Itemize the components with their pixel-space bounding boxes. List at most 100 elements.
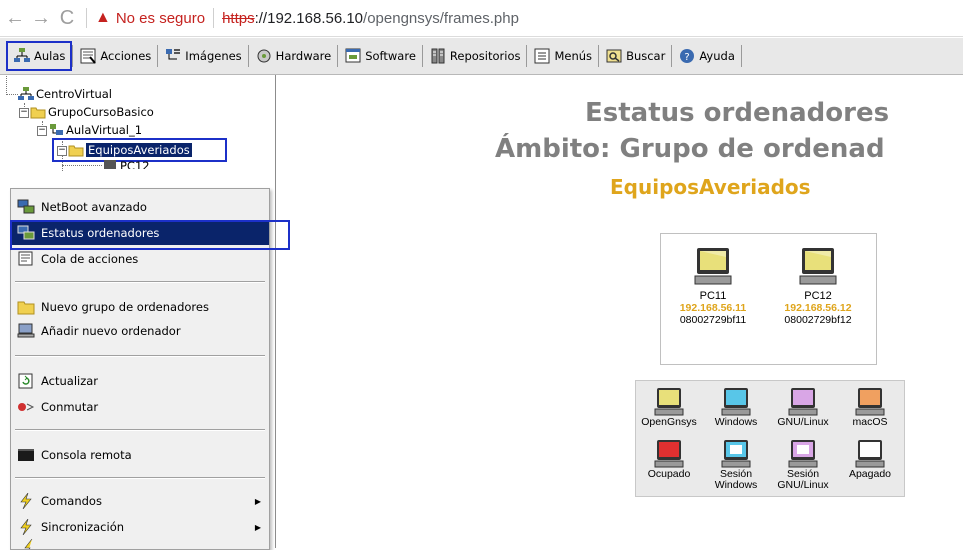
ctx-consola-label: Consola remota <box>41 448 132 462</box>
page-title: Estatus ordenadores <box>585 98 890 128</box>
legend-item: Apagado <box>837 439 903 480</box>
computer-ip: 192.168.56.12 <box>784 302 852 314</box>
tree-node-centro[interactable]: CentroVirtual <box>18 85 112 103</box>
queue-icon <box>18 251 33 266</box>
computer-name: PC11 <box>699 290 727 302</box>
tree-label-grupo: GrupoCursoBasico <box>48 105 154 119</box>
computer-card[interactable]: PC11 192.168.56.11 08002729bf11 <box>668 246 758 326</box>
menu-separator <box>15 355 265 357</box>
computer-icon <box>17 323 35 338</box>
legend-item: macOS <box>837 387 903 428</box>
ctx-conmutar[interactable]: Conmutar <box>11 395 269 419</box>
collapse-icon[interactable]: − <box>19 108 29 118</box>
network-icon <box>18 87 34 100</box>
reload-icon[interactable]: C <box>56 7 78 30</box>
menu-hardware-label: Hardware <box>275 49 332 63</box>
url-field[interactable]: https://192.168.56.10/opengnsys/frames.p… <box>222 10 519 27</box>
ctx-consola[interactable]: Consola remota <box>11 443 269 467</box>
forward-icon[interactable]: → <box>30 7 52 30</box>
netboot-icon <box>17 199 35 214</box>
menu-aulas[interactable]: Aulas <box>6 41 73 71</box>
ctx-anadir-ordenador[interactable]: Añadir nuevo ordenador <box>11 319 269 343</box>
menu-buscar-label: Buscar <box>626 49 666 63</box>
menu-ayuda[interactable]: ? Ayuda <box>672 42 741 70</box>
monitor-icon <box>788 388 818 416</box>
url-path: /opengnsys/frames.php <box>363 9 519 27</box>
menu-menus[interactable]: Menús <box>527 42 598 70</box>
status-legend: OpenGnsys Windows GNU/Linux macOS Ocupad… <box>635 380 905 497</box>
ctx-comandos[interactable]: Comandos ▶ <box>11 489 269 513</box>
tree-node-grupo[interactable]: GrupoCursoBasico <box>30 103 154 121</box>
legend-label: Sesión GNU/Linux <box>777 468 829 491</box>
menu-separator <box>15 477 265 479</box>
ctx-comandos-label: Comandos <box>41 494 102 508</box>
computer-card[interactable]: PC12 192.168.56.12 08002729bf12 <box>773 246 863 326</box>
menu-separator <box>15 281 265 283</box>
collapse-icon[interactable]: − <box>37 126 47 136</box>
legend-label: Windows <box>714 416 758 428</box>
ctx-actualizar[interactable]: Actualizar <box>11 369 269 393</box>
menu-imagenes-label: Imágenes <box>185 49 242 63</box>
ctx-nuevo-grupo-label: Nuevo grupo de ordenadores <box>41 300 209 314</box>
ctx-cola-label: Cola de acciones <box>41 252 139 266</box>
menu-buscar[interactable]: Buscar <box>599 42 671 70</box>
legend-label: Apagado <box>848 468 892 480</box>
menu-menus-label: Menús <box>554 49 593 63</box>
ctx-cola[interactable]: Cola de acciones <box>11 247 269 271</box>
menu-repositorios[interactable]: Repositorios <box>423 42 527 70</box>
back-icon[interactable]: ← <box>4 7 26 30</box>
folder-icon <box>30 107 46 119</box>
computer-icon <box>799 248 837 285</box>
menu-acciones[interactable]: Acciones <box>73 42 157 70</box>
refresh-icon <box>18 373 33 389</box>
security-label[interactable]: No es seguro <box>116 10 205 27</box>
scope-title: Ámbito: Grupo de ordenad <box>495 134 885 164</box>
divider <box>740 45 742 67</box>
menus-icon <box>534 48 550 64</box>
ctx-netboot-label: NetBoot avanzado <box>41 200 147 214</box>
repository-icon <box>431 48 445 64</box>
computer-icon <box>694 248 732 285</box>
tree-line <box>62 165 102 166</box>
ctx-netboot[interactable]: NetBoot avanzado <box>11 195 269 219</box>
ctx-actualizar-label: Actualizar <box>41 374 99 388</box>
legend-item: Sesión GNU/Linux <box>770 439 836 491</box>
ctx-nuevo-grupo[interactable]: Nuevo grupo de ordenadores <box>11 295 269 319</box>
ctx-anadir-ordenador-label: Añadir nuevo ordenador <box>41 324 181 338</box>
software-icon <box>345 48 361 63</box>
tree-line <box>6 75 7 93</box>
switch-icon <box>18 403 35 411</box>
tree-node-pc12[interactable]: PC12 <box>102 159 150 169</box>
lightning-icon <box>20 519 32 535</box>
tree-label-pc12: PC12 <box>120 159 150 169</box>
computer-mac: 08002729bf11 <box>679 314 747 326</box>
search-icon <box>606 49 622 63</box>
menu-software[interactable]: Software <box>338 42 422 70</box>
monitor-icon <box>721 440 751 468</box>
tree-label-aula: AulaVirtual_1 <box>66 123 143 137</box>
url-scheme: https <box>222 9 255 27</box>
tree-line <box>6 94 18 95</box>
tree-label-centro: CentroVirtual <box>36 87 112 101</box>
computer-icon <box>104 160 116 169</box>
legend-item: OpenGnsys <box>636 387 702 428</box>
tree-node-aula[interactable]: AulaVirtual_1 <box>48 121 142 139</box>
menu-hardware[interactable]: Hardware <box>249 42 338 70</box>
legend-item: Sesión Windows <box>703 439 769 491</box>
computer-ip: 192.168.56.11 <box>679 302 747 314</box>
legend-item: GNU/Linux <box>770 387 836 428</box>
menu-separator <box>15 429 265 431</box>
ctx-sincronizacion[interactable]: Sincronización ▶ <box>11 515 269 539</box>
context-selection-highlight <box>10 220 290 250</box>
legend-label: GNU/Linux <box>777 416 829 428</box>
menu-imagenes[interactable]: Imágenes <box>158 42 247 70</box>
classroom-icon <box>50 124 63 135</box>
help-icon: ? <box>680 49 695 63</box>
hardware-icon <box>257 49 271 63</box>
monitor-icon <box>654 440 684 468</box>
actions-icon <box>80 48 97 64</box>
divider <box>213 8 215 28</box>
browser-address-bar: ← → C ▲ No es seguro https://192.168.56.… <box>0 0 963 37</box>
ctx-conmutar-label: Conmutar <box>41 400 99 414</box>
warning-icon[interactable]: ▲ <box>95 9 111 27</box>
